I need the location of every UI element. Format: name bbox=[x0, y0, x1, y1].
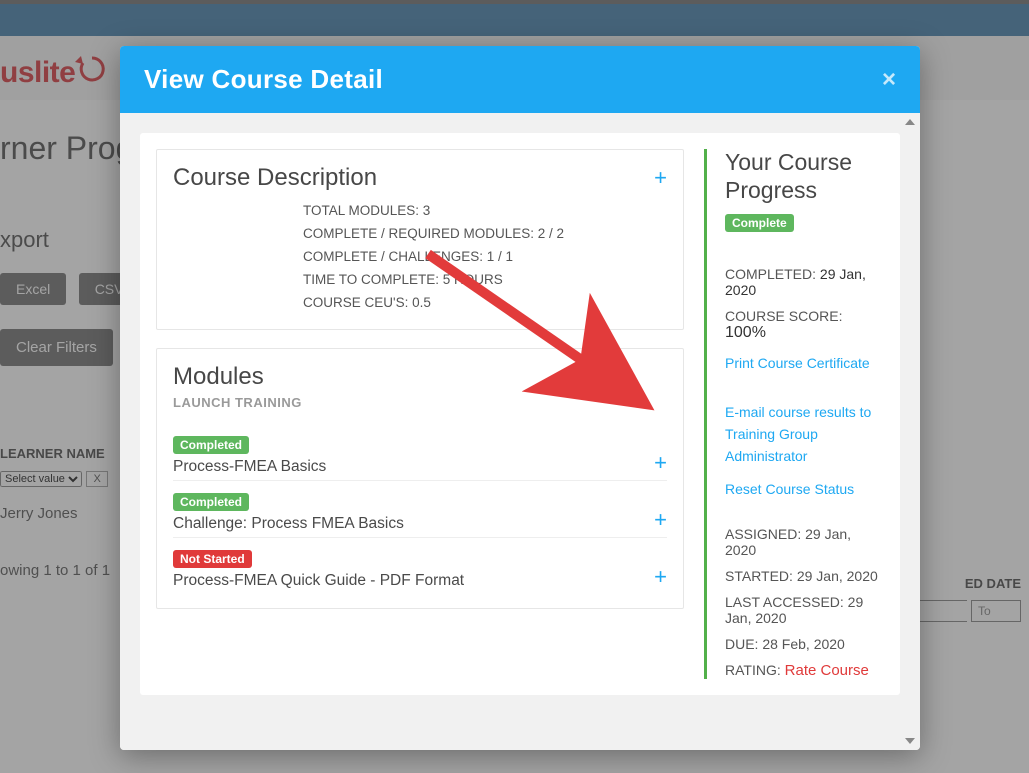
course-description-stats: TOTAL MODULES: 3 COMPLETE / REQUIRED MOD… bbox=[173, 200, 667, 315]
due-date: DUE: 28 Feb, 2020 bbox=[725, 636, 884, 652]
completed-date: COMPLETED: 29 Jan, 2020 bbox=[725, 266, 884, 298]
modules-subheading: LAUNCH TRAINING bbox=[173, 395, 667, 410]
module-name: Process-FMEA Basics bbox=[173, 458, 326, 476]
stat-ceus: COURSE CEU'S: 0.5 bbox=[303, 292, 667, 315]
progress-heading: Your Course Progress bbox=[725, 149, 884, 204]
module-status-badge: Not Started bbox=[173, 550, 252, 568]
expand-module-icon[interactable]: + bbox=[654, 507, 667, 533]
module-status-badge: Completed bbox=[173, 436, 249, 454]
expand-module-icon[interactable]: + bbox=[654, 564, 667, 590]
left-column: Course Description + TOTAL MODULES: 3 CO… bbox=[156, 149, 684, 609]
modal-inner: Course Description + TOTAL MODULES: 3 CO… bbox=[140, 133, 900, 695]
stat-complete-challenges: COMPLETE / CHALLENGES: 1 / 1 bbox=[303, 246, 667, 269]
reset-status-link[interactable]: Reset Course Status bbox=[725, 478, 884, 500]
scrollbar[interactable] bbox=[902, 119, 916, 744]
print-certificate-link[interactable]: Print Course Certificate bbox=[725, 352, 884, 374]
modal-header: View Course Detail × bbox=[120, 46, 920, 113]
stat-total-modules: TOTAL MODULES: 3 bbox=[303, 200, 667, 223]
email-results-link[interactable]: E-mail course results to Training Group … bbox=[725, 401, 884, 468]
modal-body: Course Description + TOTAL MODULES: 3 CO… bbox=[120, 113, 920, 750]
rate-course-link[interactable]: Rate Course bbox=[785, 662, 869, 679]
course-description-panel: Course Description + TOTAL MODULES: 3 CO… bbox=[156, 149, 684, 330]
last-accessed-date: LAST ACCESSED: 29 Jan, 2020 bbox=[725, 594, 884, 626]
module-list: Completed Process-FMEA Basics + Completed Ch… bbox=[173, 424, 667, 594]
modules-panel: Modules LAUNCH TRAINING Completed Process… bbox=[156, 348, 684, 609]
module-row: Completed Process-FMEA Basics + bbox=[173, 424, 667, 480]
progress-status-badge: Complete bbox=[725, 214, 794, 232]
assigned-date: ASSIGNED: 29 Jan, 2020 bbox=[725, 526, 884, 558]
expand-module-icon[interactable]: + bbox=[654, 450, 667, 476]
stat-time-to-complete: TIME TO COMPLETE: 5 HOURS bbox=[303, 269, 667, 292]
module-status-badge: Completed bbox=[173, 493, 249, 511]
course-detail-modal: View Course Detail × Course Description … bbox=[120, 46, 920, 750]
module-name: Challenge: Process FMEA Basics bbox=[173, 515, 404, 533]
started-date: STARTED: 29 Jan, 2020 bbox=[725, 568, 884, 584]
rating-row: RATING: Rate Course bbox=[725, 662, 884, 679]
modules-heading: Modules bbox=[173, 363, 667, 391]
progress-panel: Your Course Progress Complete COMPLETED:… bbox=[704, 149, 884, 679]
expand-description-icon[interactable]: + bbox=[654, 165, 667, 191]
course-score: COURSE SCORE: 100% bbox=[725, 308, 884, 342]
close-icon[interactable]: × bbox=[882, 66, 896, 94]
module-name: Process-FMEA Quick Guide - PDF Format bbox=[173, 572, 464, 590]
stat-complete-required: COMPLETE / REQUIRED MODULES: 2 / 2 bbox=[303, 223, 667, 246]
modal-title: View Course Detail bbox=[144, 64, 383, 95]
course-description-heading: Course Description bbox=[173, 164, 377, 192]
module-row: Not Started Process-FMEA Quick Guide - PD… bbox=[173, 537, 667, 594]
module-row: Completed Challenge: Process FMEA Basics + bbox=[173, 480, 667, 537]
